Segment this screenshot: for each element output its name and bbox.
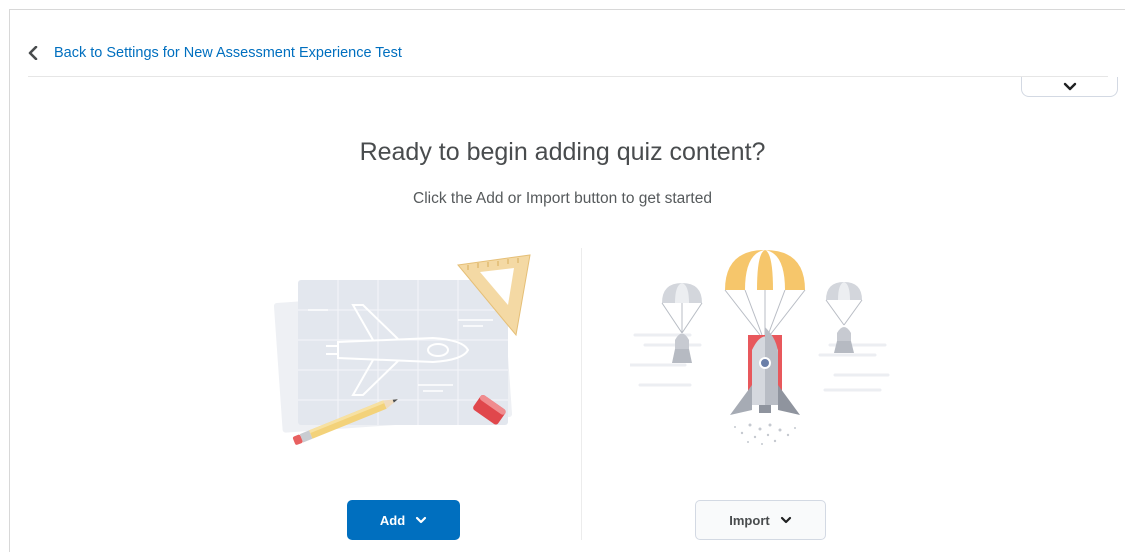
chevron-down-icon [780, 516, 792, 524]
empty-state-title: Ready to begin adding quiz content? [359, 138, 766, 166]
chevron-left-icon [28, 45, 40, 61]
rocket-parachute-illustration [628, 245, 890, 450]
column-divider [581, 248, 582, 540]
add-button[interactable]: Add [347, 500, 460, 540]
add-button-label: Add [379, 512, 406, 528]
empty-state-subtitle: Click the Add or Import button to get st… [413, 190, 712, 207]
chevron-down-icon [1063, 78, 1077, 96]
collapse-toggle-button[interactable] [1021, 77, 1118, 97]
back-to-settings-link[interactable]: Back to Settings for New Assessment Expe… [28, 42, 402, 64]
back-link-label: Back to Settings for New Assessment Expe… [54, 45, 402, 61]
import-button-label: Import [729, 512, 770, 528]
header-divider [28, 76, 1108, 77]
content-frame [9, 9, 1125, 552]
import-button[interactable]: Import [695, 500, 826, 540]
blueprint-illustration [268, 250, 538, 450]
chevron-down-icon [415, 516, 427, 524]
